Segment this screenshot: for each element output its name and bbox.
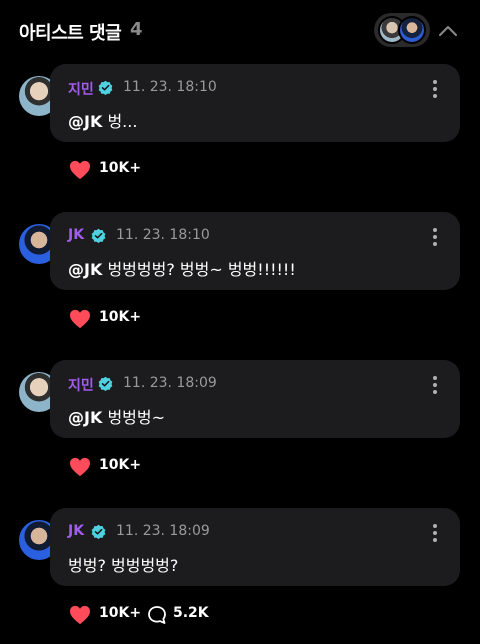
comment-body: 벙벙벙~ <box>102 408 166 427</box>
more-vertical-icon[interactable] <box>432 80 438 98</box>
comment-body: 벙벙? 벙벙벙벙? <box>68 556 179 575</box>
verified-badge-icon <box>98 376 113 391</box>
more-vertical-icon[interactable] <box>432 228 438 246</box>
heart-icon[interactable] <box>69 309 91 329</box>
comment-text: 벙벙? 벙벙벙벙? <box>68 552 178 576</box>
reply-count: 5.2K <box>173 605 209 621</box>
heart-icon[interactable] <box>69 160 91 180</box>
author-name[interactable]: JK <box>68 227 84 243</box>
author-name[interactable]: JK <box>68 523 84 539</box>
section-title: 아티스트 댓글 <box>19 23 122 44</box>
chevron-up-icon[interactable] <box>437 20 459 42</box>
verified-badge-icon <box>91 524 106 539</box>
comment-bubble: JK 11. 23. 18:10 @JK 벙벙벙벙? 벙벙~ 벙벙!!!!!! <box>50 212 460 290</box>
like-count: 10K+ <box>99 160 142 176</box>
comment-bubble: JK 11. 23. 18:09 벙벙? 벙벙벙벙? <box>50 508 460 586</box>
like-count: 10K+ <box>99 605 142 621</box>
comment-text: @JK 벙벙벙~ <box>68 404 165 428</box>
avatar-jk <box>398 16 426 44</box>
verified-badge-icon <box>91 228 106 243</box>
author-name[interactable]: 지민 <box>68 375 94 395</box>
comment-body: 벙... <box>102 112 138 131</box>
author-name[interactable]: 지민 <box>68 79 94 99</box>
more-vertical-icon[interactable] <box>432 376 438 394</box>
comment-text: @JK 벙벙벙벙? 벙벙~ 벙벙!!!!!! <box>68 256 296 280</box>
mention[interactable]: @JK <box>68 260 102 279</box>
like-count: 10K+ <box>99 309 142 325</box>
comment-time: 11. 23. 18:10 <box>123 79 217 95</box>
mention[interactable]: @JK <box>68 408 102 427</box>
reply-bubble-icon[interactable] <box>147 605 167 625</box>
artist-comments-header: 아티스트 댓글 4 <box>0 0 480 62</box>
verified-badge-icon <box>98 80 113 95</box>
comment-time: 11. 23. 18:09 <box>116 523 210 539</box>
more-vertical-icon[interactable] <box>432 524 438 542</box>
like-count: 10K+ <box>99 457 142 473</box>
comment-text: @JK 벙... <box>68 108 137 132</box>
mention[interactable]: @JK <box>68 112 102 131</box>
comment-body: 벙벙벙벙? 벙벙~ 벙벙!!!!!! <box>102 260 296 279</box>
comment-time: 11. 23. 18:09 <box>123 375 217 391</box>
comment-bubble: 지민 11. 23. 18:09 @JK 벙벙벙~ <box>50 360 460 438</box>
comment-count: 4 <box>130 19 143 40</box>
comment-time: 11. 23. 18:10 <box>116 227 210 243</box>
comment-bubble: 지민 11. 23. 18:10 @JK 벙... <box>50 64 460 142</box>
heart-icon[interactable] <box>69 457 91 477</box>
heart-icon[interactable] <box>69 605 91 625</box>
artist-avatar-stack[interactable] <box>374 13 430 47</box>
